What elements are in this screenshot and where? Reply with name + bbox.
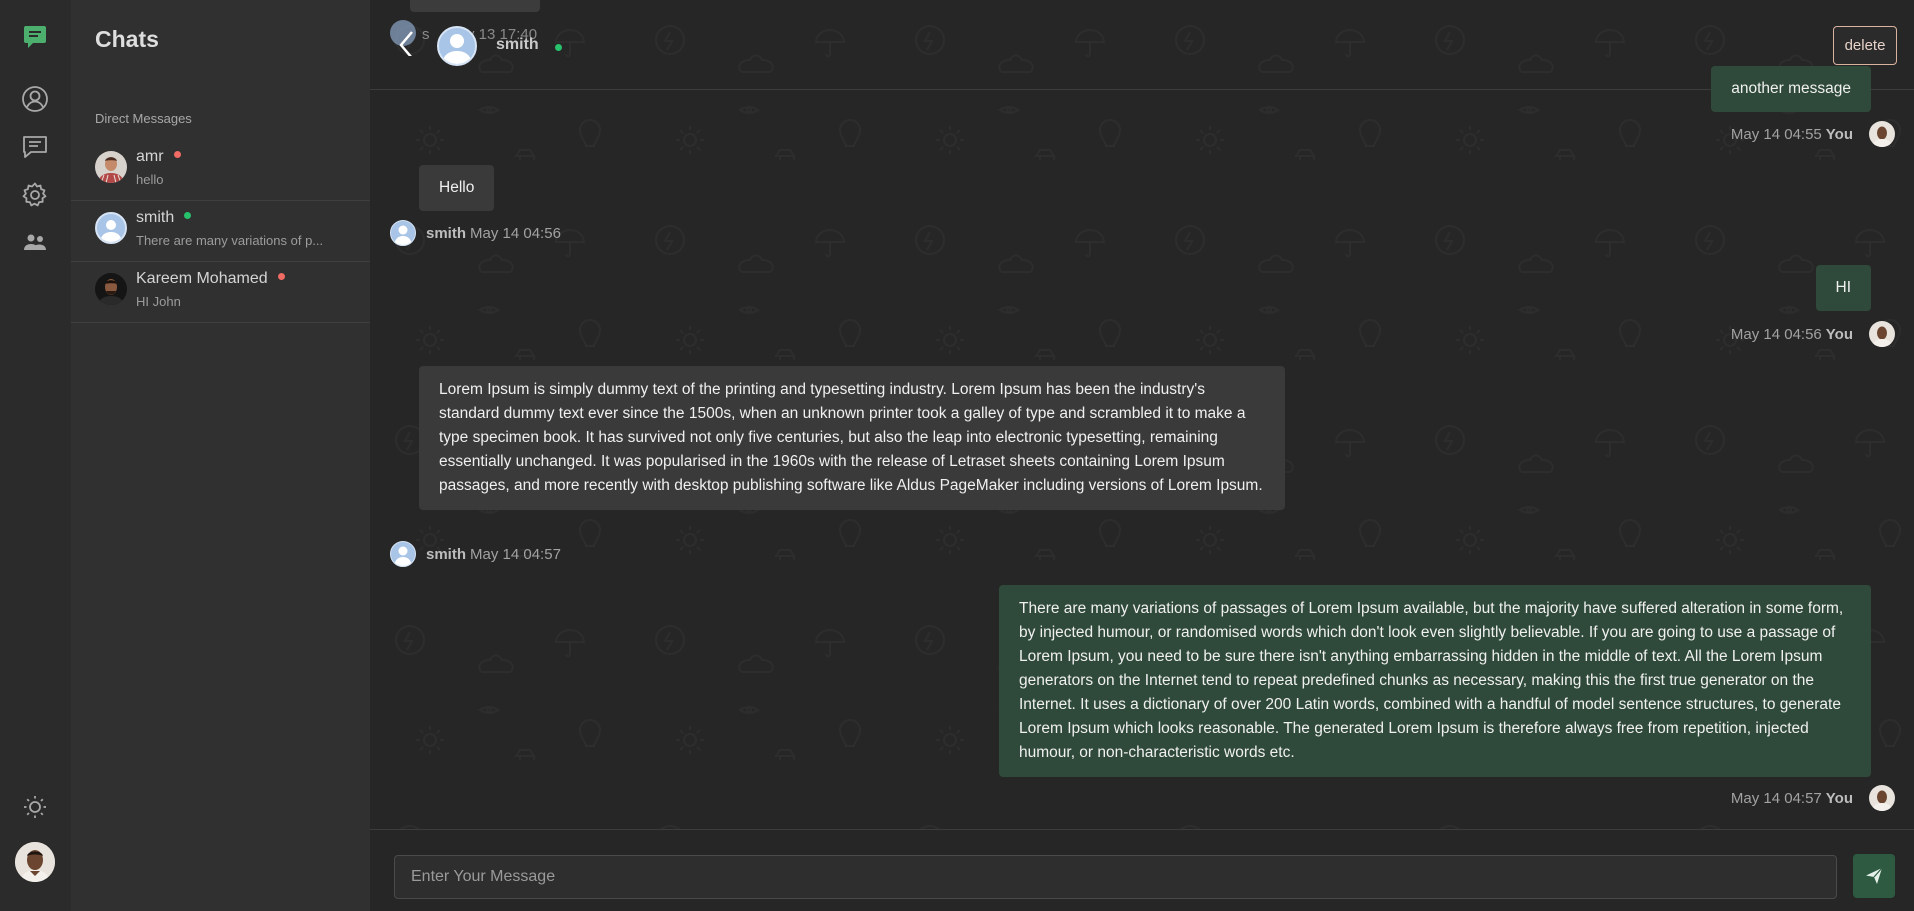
dm-item-amr[interactable]: amr hello	[71, 140, 370, 201]
message-meta: May 14 04:56 You	[1731, 321, 1895, 347]
chat-header: s May 13 17:40 smith delete	[370, 0, 1914, 90]
message-bubble-incoming: Lorem Ipsum is simply dummy text of the …	[419, 366, 1285, 510]
gear-icon[interactable]	[18, 178, 52, 212]
sun-icon[interactable]	[18, 790, 52, 824]
avatar	[1869, 785, 1895, 811]
dm-list: amr hello smith There are many variation…	[71, 140, 370, 323]
dm-name: Kareem Mohamed	[136, 270, 268, 287]
nav-rail	[0, 0, 71, 911]
avatar	[95, 212, 127, 244]
chat-main: s May 13 17:40 smith delete another mess…	[370, 0, 1914, 911]
contact-avatar[interactable]	[437, 26, 477, 66]
delete-button[interactable]: delete	[1833, 26, 1897, 65]
dm-preview: HI John	[136, 294, 181, 309]
back-button[interactable]	[390, 22, 424, 59]
chat-logo-icon[interactable]	[18, 20, 52, 54]
message-composer	[370, 829, 1914, 911]
dm-name: smith	[136, 209, 175, 226]
status-dot	[555, 44, 562, 51]
message-sender: You	[1825, 789, 1853, 807]
message-input[interactable]	[394, 855, 1837, 899]
contact-name: smith	[496, 36, 539, 53]
avatar	[390, 541, 416, 567]
dm-preview: hello	[136, 172, 164, 187]
avatar	[1869, 121, 1895, 147]
dm-name: amr	[136, 148, 164, 165]
message-meta: smith May 14 04:57	[390, 541, 561, 567]
avatar	[1869, 321, 1895, 347]
section-label-direct-messages: Direct Messages	[95, 111, 192, 126]
message-bubble-incoming: Hello	[419, 165, 495, 211]
avatar	[95, 273, 127, 305]
send-icon	[1866, 867, 1883, 884]
chat-list-panel: Chats Direct Messages amr hello smith Th…	[71, 0, 370, 911]
message-square-icon[interactable]	[18, 130, 52, 164]
message-meta: May 14 04:57 You	[1731, 785, 1895, 811]
current-user-avatar[interactable]	[15, 842, 55, 882]
dm-item-kareem-mohamed[interactable]: Kareem Mohamed HI John	[71, 262, 370, 323]
chevron-left-icon	[399, 31, 413, 59]
message-bubble-outgoing: HI	[1815, 265, 1871, 311]
users-icon[interactable]	[18, 226, 52, 260]
dm-preview: There are many variations of p...	[136, 233, 324, 248]
message-sender: smith	[426, 545, 467, 563]
avatar	[95, 151, 127, 183]
status-dot	[184, 212, 192, 220]
message-meta: smith May 14 04:56	[390, 220, 561, 246]
message-bubble-outgoing: There are many variations of passages of…	[999, 585, 1871, 777]
user-circle-icon[interactable]	[18, 82, 52, 116]
message-time: May 14 04:56	[1730, 325, 1822, 343]
panel-title: Chats	[95, 26, 159, 52]
status-dot	[277, 273, 285, 281]
message-sender: You	[1825, 125, 1853, 143]
message-time: May 14 04:57	[470, 545, 561, 563]
message-sender: You	[1825, 325, 1853, 343]
message-meta: May 14 04:55 You	[1731, 121, 1895, 147]
message-time: May 14 04:56	[470, 224, 561, 242]
status-dot	[173, 151, 181, 159]
send-button[interactable]	[1853, 854, 1895, 898]
message-bubble-outgoing: another message	[1711, 66, 1871, 112]
previous-message-bubble	[410, 0, 540, 12]
avatar	[390, 220, 416, 246]
message-time: May 14 04:55	[1730, 125, 1822, 143]
message-sender: smith	[426, 224, 467, 242]
dm-item-smith[interactable]: smith There are many variations of p...	[71, 201, 370, 262]
chat-app: Chats Direct Messages amr hello smith Th…	[0, 0, 1914, 911]
message-time: May 14 04:57	[1730, 789, 1822, 807]
